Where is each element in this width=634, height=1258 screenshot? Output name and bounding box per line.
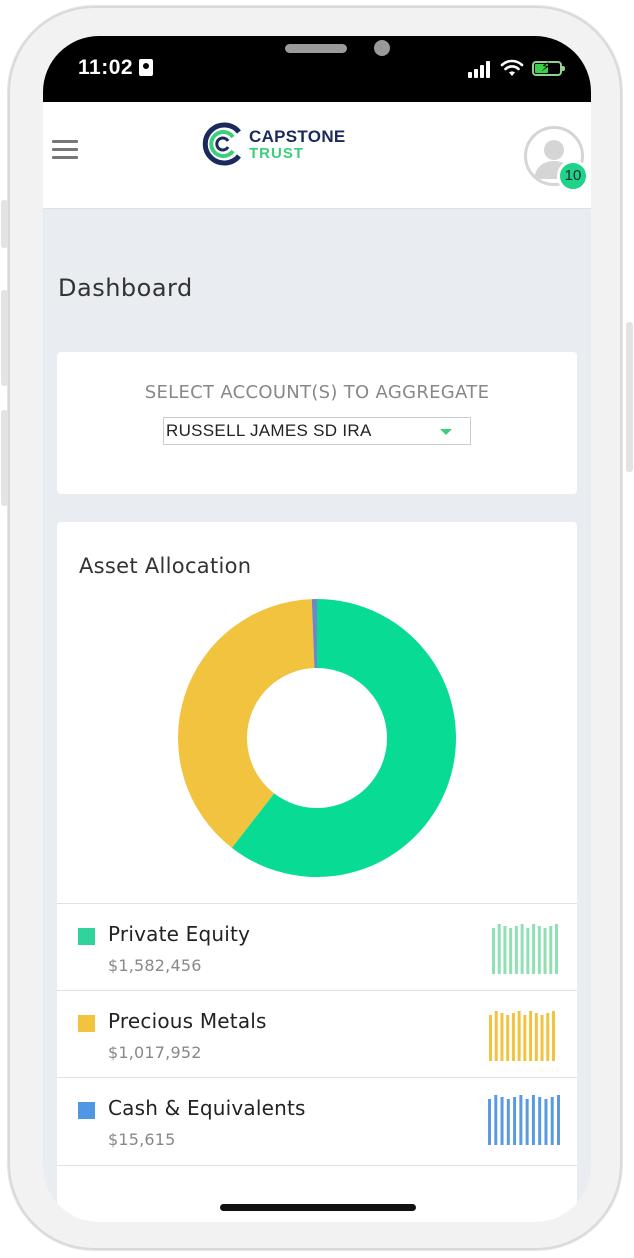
sparkline-icon [489,1011,555,1061]
capstone-trust-logo[interactable]: CAPSTONE TRUST [201,120,351,168]
chart-title: Asset Allocation [79,554,252,578]
sparkline-bar [503,926,507,974]
phone-screen: 11:02 ⚡ CAPSTONE TRUST 10 Dashboard SELE… [43,36,591,1222]
status-time: 11:02 [78,56,154,80]
legend-row[interactable]: Precious Metals $1,017,952 [57,990,577,1078]
sparkline-bar [489,1015,492,1061]
sparkline-bar [531,1095,535,1145]
sparkline-bar [494,1095,498,1145]
sparkline-bar [519,1095,523,1145]
sparkline-bar [500,1013,504,1061]
sparkline-bar [506,1015,510,1061]
sparkline-icon [492,924,558,974]
sparkline-bar [513,1097,517,1145]
asset-allocation-card: Asset Allocation Private Equity $1,582,4… [57,522,577,1222]
legend-swatch [78,928,95,945]
sparkline-bar [494,1011,498,1061]
phone-side-button [1,410,8,506]
id-badge-icon [139,59,154,76]
phone-side-button [626,322,633,472]
account-select[interactable]: RUSSELL JAMES SD IRA [163,417,471,445]
status-time-text: 11:02 [78,56,134,79]
battery-charging-icon: ⚡ [532,60,565,76]
account-selector-card: SELECT ACCOUNT(S) TO AGGREGATE RUSSELL J… [57,352,577,494]
notch [167,36,467,76]
logo-text-trust: TRUST [249,145,304,162]
asset-allocation-donut-chart [177,599,456,877]
sparkline-bar [555,924,558,974]
legend-value: $1,582,456 [108,956,202,975]
sparkline-bar [506,1099,510,1145]
sparkline-bar [500,1097,504,1145]
account-selector-label: SELECT ACCOUNT(S) TO AGGREGATE [144,382,490,403]
speaker [285,44,347,53]
legend-name: Precious Metals [108,1009,267,1033]
legend-name: Cash & Equivalents [108,1096,306,1120]
sparkline-bar [492,928,495,974]
legend-value: $1,017,952 [108,1043,202,1062]
sparkline-bar [509,928,513,974]
sparkline-bar [488,1099,491,1145]
status-bar: 11:02 ⚡ [43,36,591,102]
legend-name: Private Equity [108,922,251,946]
sparkline-bar [538,1097,542,1145]
home-indicator[interactable] [220,1204,416,1211]
sparkline-bar [550,1097,554,1145]
sparkline-bar [520,924,524,974]
sparkline-bar [514,926,518,974]
sparkline-bar [529,1011,533,1061]
sparkline-bar [534,1013,538,1061]
sparkline-bar [557,1095,560,1145]
cellular-signal-icon [468,60,494,78]
sparkline-bar [525,1099,529,1145]
wifi-icon [500,59,524,76]
legend-row[interactable]: Private Equity $1,582,456 [57,903,577,991]
sparkline-bar [526,928,530,974]
phone-side-button [1,200,8,248]
front-camera [374,40,390,56]
sparkline-bar [517,1011,521,1061]
sparkline-bar [537,926,541,974]
account-select-value: RUSSELL JAMES SD IRA [166,421,372,440]
sparkline-bar [544,1099,548,1145]
sparkline-bar [543,928,547,974]
legend-swatch [78,1102,95,1119]
sparkline-bar [546,1013,550,1061]
sparkline-bar [540,1015,544,1061]
sparkline-bar [549,926,553,974]
logo-mark-icon [202,122,241,166]
sparkline-icon [488,1095,560,1145]
hamburger-menu-icon[interactable] [52,140,78,160]
notification-badge[interactable]: 10 [557,160,589,192]
sparkline-bar [497,924,501,974]
logo-text-capstone: CAPSTONE [249,127,346,146]
legend-swatch [78,1015,95,1032]
sparkline-bar [511,1013,515,1061]
phone-side-button [1,290,8,386]
chevron-down-icon [440,429,452,435]
sparkline-bar [523,1015,527,1061]
legend-value: $15,615 [108,1130,176,1149]
sparkline-bar [552,1011,555,1061]
page-title: Dashboard [58,274,193,302]
sparkline-bar [532,924,536,974]
app-header: CAPSTONE TRUST 10 [43,102,591,209]
legend-row[interactable]: Cash & Equivalents $15,615 [57,1077,577,1166]
